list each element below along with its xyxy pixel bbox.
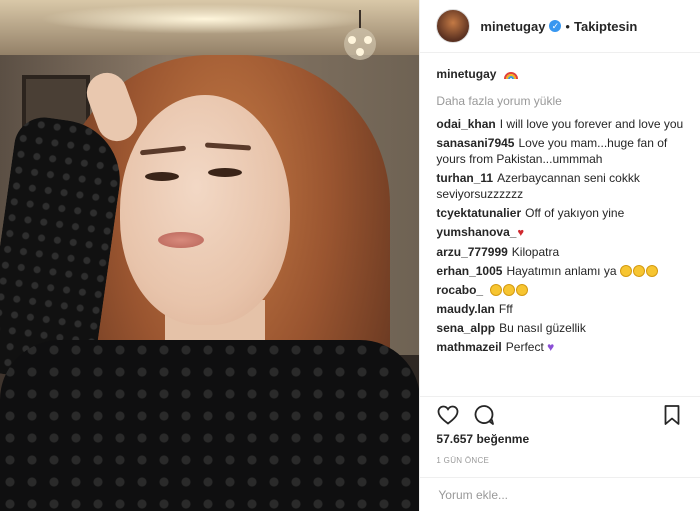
add-comment-bar: [420, 477, 700, 511]
instagram-post-modal: minetugay ✓ • Takiptesin minetugay Daha …: [0, 0, 700, 511]
comment-username[interactable]: arzu_777999: [436, 245, 507, 259]
verified-icon: ✓: [549, 20, 562, 32]
follow-status-button[interactable]: Takiptesin: [574, 19, 637, 34]
comment-username[interactable]: tcyektatunalier: [436, 206, 521, 220]
left-eye: [145, 172, 179, 181]
comment-item: sena_alpp Bu nasıl güzellik: [436, 320, 684, 336]
comment-text: Off of yakıyon yine: [525, 206, 625, 220]
caption-username[interactable]: minetugay: [436, 67, 496, 81]
comment-username[interactable]: odai_khan: [436, 117, 495, 131]
post-photo[interactable]: [0, 0, 420, 511]
chandelier: [344, 10, 376, 60]
comment-item: tcyektatunalier Off of yakıyon yine: [436, 205, 684, 221]
face: [120, 95, 290, 325]
comment-item: turhan_11 Azerbaycannan seni cokkk seviyo…: [436, 170, 684, 202]
comment-username[interactable]: maudy.lan: [436, 302, 494, 316]
post-time[interactable]: 1 GÜN ÖNCE: [436, 456, 489, 465]
comment-username[interactable]: sena_alpp: [436, 321, 495, 335]
comment-item: sanasani7945 Love you mam...huge fan of y…: [436, 135, 684, 167]
comment-item: mathmazeil Perfect ♥: [436, 339, 684, 355]
laughing-emoji: [503, 284, 516, 296]
comment-username[interactable]: yumshanova_: [436, 225, 516, 239]
laughing-emoji: [619, 265, 632, 277]
post-header: minetugay ✓ • Takiptesin: [420, 0, 700, 53]
laughing-emoji: [490, 284, 503, 296]
comment-item: erhan_1005 Hayatımın anlamı ya: [436, 263, 684, 279]
comment-text: Kilopatra: [511, 245, 560, 259]
comment-text: Fff: [498, 302, 513, 316]
right-eye: [208, 168, 242, 177]
post-side-panel: minetugay ✓ • Takiptesin minetugay Daha …: [419, 0, 700, 511]
comment-text: Hayatımın anlamı ya: [506, 264, 617, 278]
comment-item: rocabo_: [436, 282, 684, 298]
comment-username[interactable]: mathmazeil: [436, 340, 501, 354]
comment-text: Bu nasıl güzellik: [499, 321, 586, 335]
purple-heart-emoji: ♥: [547, 340, 555, 354]
comment-username[interactable]: turhan_11: [436, 171, 493, 185]
comment-icon[interactable]: [472, 403, 496, 427]
comment-username[interactable]: erhan_1005: [436, 264, 502, 278]
laughing-emoji: [645, 265, 658, 277]
bookmark-icon[interactable]: [660, 403, 684, 427]
header-username[interactable]: minetugay: [480, 19, 545, 34]
comment-item: yumshanova_♥: [436, 224, 684, 241]
likes-count[interactable]: 57.657 beğenme: [436, 432, 529, 446]
comment-item: maudy.lan Fff: [436, 301, 684, 317]
action-bar: [420, 396, 700, 432]
comment-input[interactable]: [436, 486, 685, 503]
heart-icon[interactable]: [436, 403, 460, 427]
avatar[interactable]: [436, 9, 471, 43]
comment-username[interactable]: sanasani7945: [436, 136, 514, 150]
rainbow-emoji: [503, 72, 518, 80]
comment-item: arzu_777999 Kilopatra: [436, 244, 684, 260]
lips: [158, 232, 204, 248]
comments-list: minetugay Daha fazla yorum yükle odai_kh…: [420, 66, 700, 358]
comment-username[interactable]: rocabo_: [436, 283, 483, 297]
laughing-emoji: [516, 284, 529, 296]
laughing-emoji: [632, 265, 645, 277]
lace-dress: [0, 340, 420, 511]
comment-item: odai_khan I will love you forever and lov…: [436, 116, 684, 132]
comment-text: I will love you forever and love you: [499, 117, 684, 131]
caption: minetugay: [436, 66, 684, 82]
comment-text: Perfect: [505, 340, 544, 354]
load-more-comments[interactable]: Daha fazla yorum yükle: [436, 94, 684, 108]
heart-emoji: ♥: [517, 227, 524, 239]
separator-dot: •: [565, 18, 570, 34]
